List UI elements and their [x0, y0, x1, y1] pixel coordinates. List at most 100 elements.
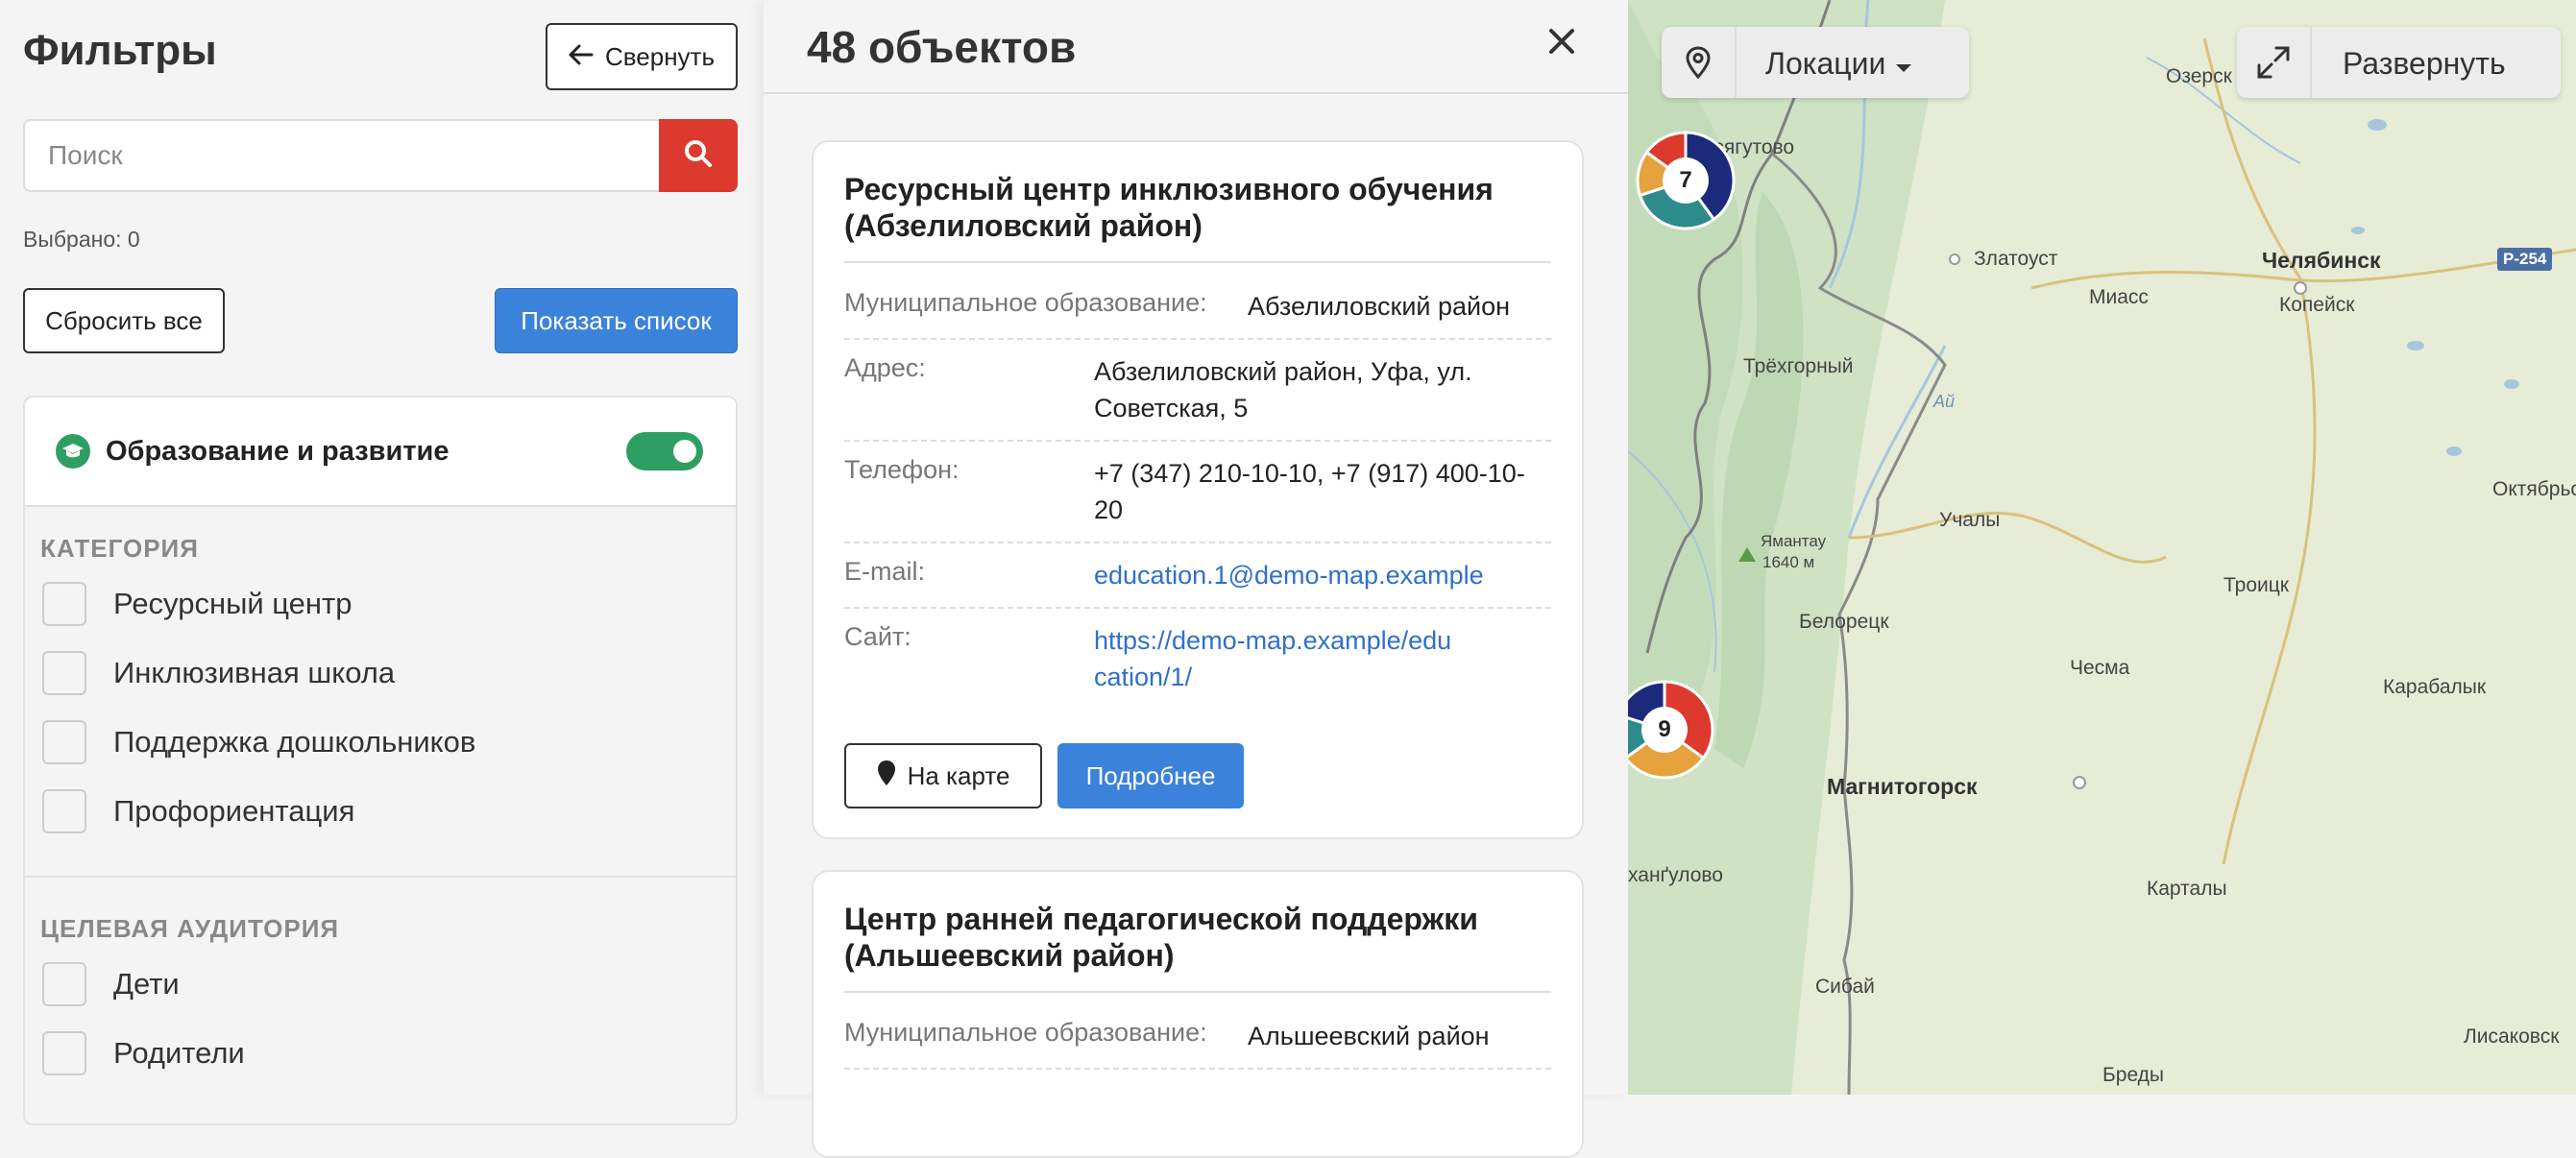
audience-option-label: Родители — [113, 1036, 245, 1070]
checkbox[interactable] — [42, 582, 86, 626]
caret-down-icon — [1895, 46, 1912, 82]
expand-control[interactable]: Развернуть — [2237, 27, 2561, 98]
card-title: Центр ранней педагогической поддержки (А… — [844, 902, 1478, 973]
map-label: Октябрьский — [2492, 478, 2576, 500]
filters-title: Фильтры — [23, 27, 217, 74]
checkbox[interactable] — [42, 720, 86, 764]
map-label: Озерск — [2166, 65, 2232, 87]
category-option-label: Профориентация — [113, 794, 355, 828]
arrow-left-icon — [569, 42, 594, 72]
category-option-label: Ресурсный центр — [113, 587, 352, 620]
map-label: ханґулово — [1628, 864, 1723, 886]
filter-group-toggle[interactable] — [626, 432, 703, 470]
filters-panel: Фильтры Свернуть Выбрано: 0 Сбросить все… — [0, 0, 764, 1125]
category-section-title: КАТЕГОРИЯ — [40, 534, 199, 563]
audience-option[interactable]: Дети — [42, 962, 180, 1006]
map-label: Златоуст — [1974, 248, 2058, 270]
collapse-button[interactable]: Свернуть — [546, 23, 738, 90]
email-field: E-mail: education.1@demo-map.example — [844, 543, 1551, 609]
phone-field: Телефон: +7 (347) 210-10-10, +7 (917) 40… — [844, 442, 1551, 543]
close-icon — [1548, 28, 1575, 60]
site-link[interactable]: https://demo-map.example/education/1/ — [1094, 622, 1459, 695]
close-button[interactable] — [1542, 23, 1582, 63]
map-cluster[interactable]: 9 — [1628, 680, 1714, 780]
map-label: Сибай — [1815, 976, 1875, 998]
expand-icon[interactable] — [2237, 27, 2312, 98]
field-label: E-mail: — [844, 557, 926, 586]
map-view[interactable]: Месягутово Озерск Златоуст Челябинск Коп… — [1628, 0, 2576, 1095]
cluster-count: 9 — [1658, 716, 1671, 742]
filter-group-title: Образование и развитие — [106, 436, 450, 467]
filter-group-body: КАТЕГОРИЯ Ресурсный центр Инклюзивная шк… — [25, 507, 736, 1123]
category-option[interactable]: Ресурсный центр — [42, 582, 352, 626]
details-button[interactable]: Подробнее — [1057, 743, 1244, 808]
field-value: Абзелиловский район, Уфа, ул. Советская,… — [1094, 357, 1472, 422]
map-cluster[interactable]: 7 — [1636, 131, 1736, 230]
audience-option-label: Дети — [113, 967, 180, 1001]
selected-count: Выбрано: 0 — [23, 227, 140, 252]
map-label: Учалы — [1939, 509, 2001, 531]
checkbox[interactable] — [42, 651, 86, 695]
category-option-label: Поддержка дошкольников — [113, 725, 476, 759]
card-title: Ресурсный центр инклюзивного обучения (А… — [844, 172, 1494, 243]
map-label: Трёхгорный — [1743, 355, 1854, 377]
location-pin-icon[interactable] — [1662, 27, 1737, 98]
site-field: Сайт: https://demo-map.example/education… — [844, 609, 1551, 711]
results-count: 48 объектов — [807, 22, 1077, 72]
field-label: Адрес: — [844, 353, 926, 382]
on-map-button[interactable]: На карте — [844, 743, 1042, 808]
category-option[interactable]: Профориентация — [42, 789, 354, 833]
municipality-field: Муниципальное образование: Альшеевский р… — [844, 1004, 1551, 1070]
graduation-cap-icon — [56, 434, 90, 469]
email-link[interactable]: education.1@demo-map.example — [1094, 557, 1484, 593]
checkbox[interactable] — [42, 962, 86, 1006]
result-card: Ресурсный центр инклюзивного обучения (А… — [812, 140, 1584, 839]
filter-group: Образование и развитие КАТЕГОРИЯ Ресурсн… — [23, 396, 738, 1125]
cluster-count: 7 — [1679, 167, 1692, 193]
search-input[interactable] — [23, 119, 659, 192]
search-box — [23, 119, 738, 192]
results-panel: 48 объектов Ресурсный центр инклюзивного… — [764, 0, 1628, 1158]
category-option-label: Инклюзивная школа — [113, 656, 396, 689]
checkbox[interactable] — [42, 1031, 86, 1075]
map-label: Троицк — [2224, 574, 2289, 596]
section-divider — [25, 876, 736, 878]
river-label: Ай — [1933, 392, 1956, 411]
card-divider — [844, 261, 1551, 263]
category-option[interactable]: Инклюзивная школа — [42, 651, 395, 695]
locations-dropdown[interactable]: Локации — [1765, 46, 1912, 82]
locations-control[interactable]: Локации — [1662, 27, 1969, 98]
map-pin-icon — [877, 760, 896, 793]
road-shield: Р-254 — [2497, 248, 2553, 271]
category-option[interactable]: Поддержка дошкольников — [42, 720, 475, 764]
map-label: Копейск — [2279, 294, 2355, 316]
field-value: Альшеевский район — [1248, 1022, 1490, 1050]
search-button[interactable] — [659, 119, 738, 192]
map-label: Карабалык — [2383, 676, 2487, 698]
checkbox[interactable] — [42, 789, 86, 833]
address-field: Адрес: Абзелиловский район, Уфа, ул. Сов… — [844, 340, 1551, 442]
field-label: Сайт: — [844, 622, 911, 651]
field-label: Телефон: — [844, 455, 960, 484]
field-label: Муниципальное образование: — [844, 288, 1207, 317]
card-divider — [844, 991, 1551, 993]
map-label: Лисаковск — [2464, 1025, 2560, 1048]
map-label: Миасс — [2089, 286, 2149, 308]
map-label: Челябинск — [2262, 248, 2381, 273]
locations-label: Локации — [1765, 46, 1886, 81]
show-list-button[interactable]: Показать список — [495, 288, 738, 353]
map-label: Карталы — [2147, 878, 2227, 900]
audience-option[interactable]: Родители — [42, 1031, 245, 1075]
result-card: Центр ранней педагогической поддержки (А… — [812, 870, 1584, 1158]
search-icon — [684, 139, 713, 173]
on-map-label: На карте — [907, 760, 1010, 790]
field-label: Муниципальное образование: — [844, 1018, 1207, 1047]
map-label: Ямантау — [1761, 532, 1827, 550]
expand-label: Развернуть — [2343, 46, 2506, 81]
map-label: Белорецк — [1799, 611, 1889, 633]
map-label: Бреды — [2102, 1064, 2165, 1086]
reset-all-button[interactable]: Сбросить все — [23, 288, 225, 353]
map-label: 1640 м — [1762, 553, 1815, 571]
filter-group-header: Образование и развитие — [25, 398, 736, 507]
collapse-label: Свернуть — [604, 41, 716, 71]
